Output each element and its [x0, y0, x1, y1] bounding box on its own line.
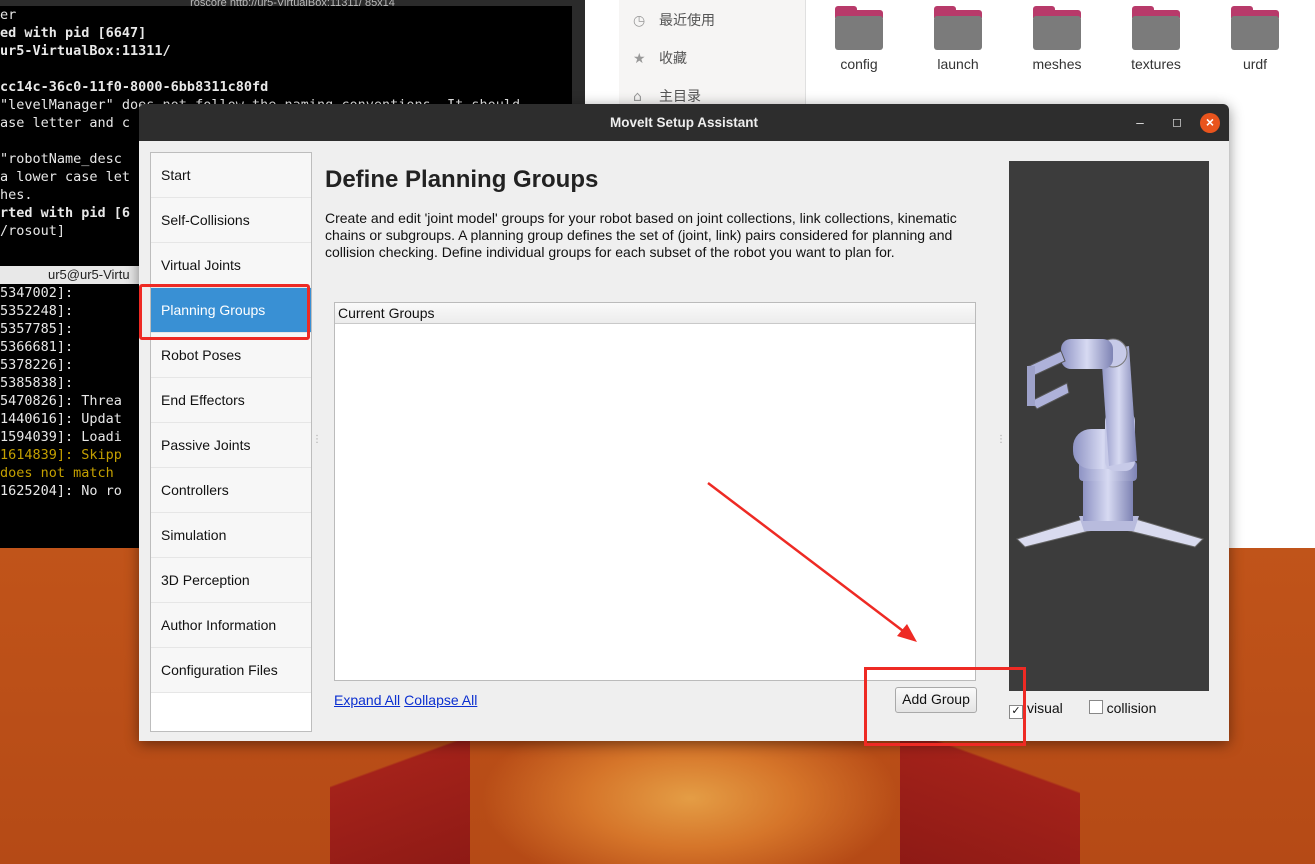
folder-icon — [1132, 6, 1180, 50]
clock-icon: ◷ — [633, 13, 646, 29]
viewer-options: ✓ visual collision — [1009, 700, 1156, 719]
add-group-highlight — [864, 667, 1026, 746]
page-title: Define Planning Groups — [325, 166, 599, 193]
visual-label: visual — [1027, 700, 1063, 716]
nav-item-passive-joints[interactable]: Passive Joints — [151, 423, 311, 468]
nav-item-simulation[interactable]: Simulation — [151, 513, 311, 558]
folder-label: meshes — [1032, 56, 1082, 72]
folder-icon — [1231, 6, 1279, 50]
files-sidebar-item[interactable]: ◷ 最近使用 — [619, 2, 805, 40]
page-description: Create and edit 'joint model' groups for… — [325, 210, 957, 260]
moveit-setup-assistant-window: MoveIt Setup Assistant – ◻ × Start Self-C… — [139, 104, 1229, 746]
planning-groups-panel: Define Planning Groups Create and edit '… — [325, 152, 977, 732]
tree-links: Expand All Collapse All — [334, 692, 481, 708]
folder-label: urdf — [1242, 56, 1268, 72]
nav-item-start[interactable]: Start — [151, 153, 311, 198]
folder-icon — [1033, 6, 1081, 50]
folder-item[interactable]: textures — [1116, 6, 1196, 72]
folder-icon — [934, 6, 982, 50]
terminal-line: ed with pid [6647] — [0, 25, 147, 41]
setup-step-list: Start Self-Collisions Virtual Joints Planni… — [150, 152, 312, 732]
folder-item[interactable]: urdf — [1215, 6, 1295, 72]
files-sidebar-item[interactable]: ★ 收藏 — [619, 40, 805, 78]
terminal-line: cc14c-36c0-11f0-8000-6bb8311c80fd — [0, 79, 269, 95]
current-groups-tree[interactable]: Current Groups — [334, 302, 976, 681]
expand-all-link[interactable]: Expand All — [334, 692, 400, 708]
splitter-handle-right[interactable]: ⋮ — [996, 434, 1006, 445]
robot-3d-viewer[interactable] — [1009, 161, 1209, 691]
folder-item[interactable]: config — [819, 6, 899, 72]
collision-checkbox[interactable] — [1088, 700, 1103, 714]
planning-groups-highlight — [139, 284, 310, 340]
robot-arm-model — [1016, 338, 1204, 548]
minimize-icon[interactable]: – — [1125, 104, 1155, 141]
star-icon: ★ — [633, 51, 646, 67]
files-sidebar-label: 主目录 — [659, 89, 701, 105]
nav-item-3d-perception[interactable]: 3D Perception — [151, 558, 311, 603]
nav-item-controllers[interactable]: Controllers — [151, 468, 311, 513]
collapse-all-link[interactable]: Collapse All — [404, 692, 477, 708]
nav-item-self-collisions[interactable]: Self-Collisions — [151, 198, 311, 243]
nav-item-virtual-joints[interactable]: Virtual Joints — [151, 243, 311, 288]
folder-icon — [835, 6, 883, 50]
close-icon[interactable]: × — [1200, 113, 1220, 133]
maximize-icon[interactable]: ◻ — [1162, 104, 1192, 141]
folder-label: textures — [1131, 56, 1181, 72]
files-sidebar-label: 最近使用 — [659, 13, 715, 29]
nav-item-end-effectors[interactable]: End Effectors — [151, 378, 311, 423]
terminal-line: ur5-VirtualBox:11311/ — [0, 43, 171, 59]
window-title: MoveIt Setup Assistant — [609, 115, 759, 130]
files-sidebar-label: 收藏 — [659, 51, 687, 67]
splitter-handle-left[interactable]: ⋮ — [312, 434, 322, 445]
collision-label: collision — [1106, 700, 1157, 716]
nav-item-configuration-files[interactable]: Configuration Files — [151, 648, 311, 693]
folder-item[interactable]: launch — [918, 6, 998, 72]
window-titlebar[interactable]: MoveIt Setup Assistant – ◻ × — [139, 104, 1229, 141]
folder-item[interactable]: meshes — [1017, 6, 1097, 72]
nav-item-author-information[interactable]: Author Information — [151, 603, 311, 648]
current-groups-header: Current Groups — [335, 303, 975, 324]
terminal-line: er — [0, 7, 17, 23]
folder-label: launch — [937, 56, 979, 72]
folder-label: config — [840, 56, 878, 72]
